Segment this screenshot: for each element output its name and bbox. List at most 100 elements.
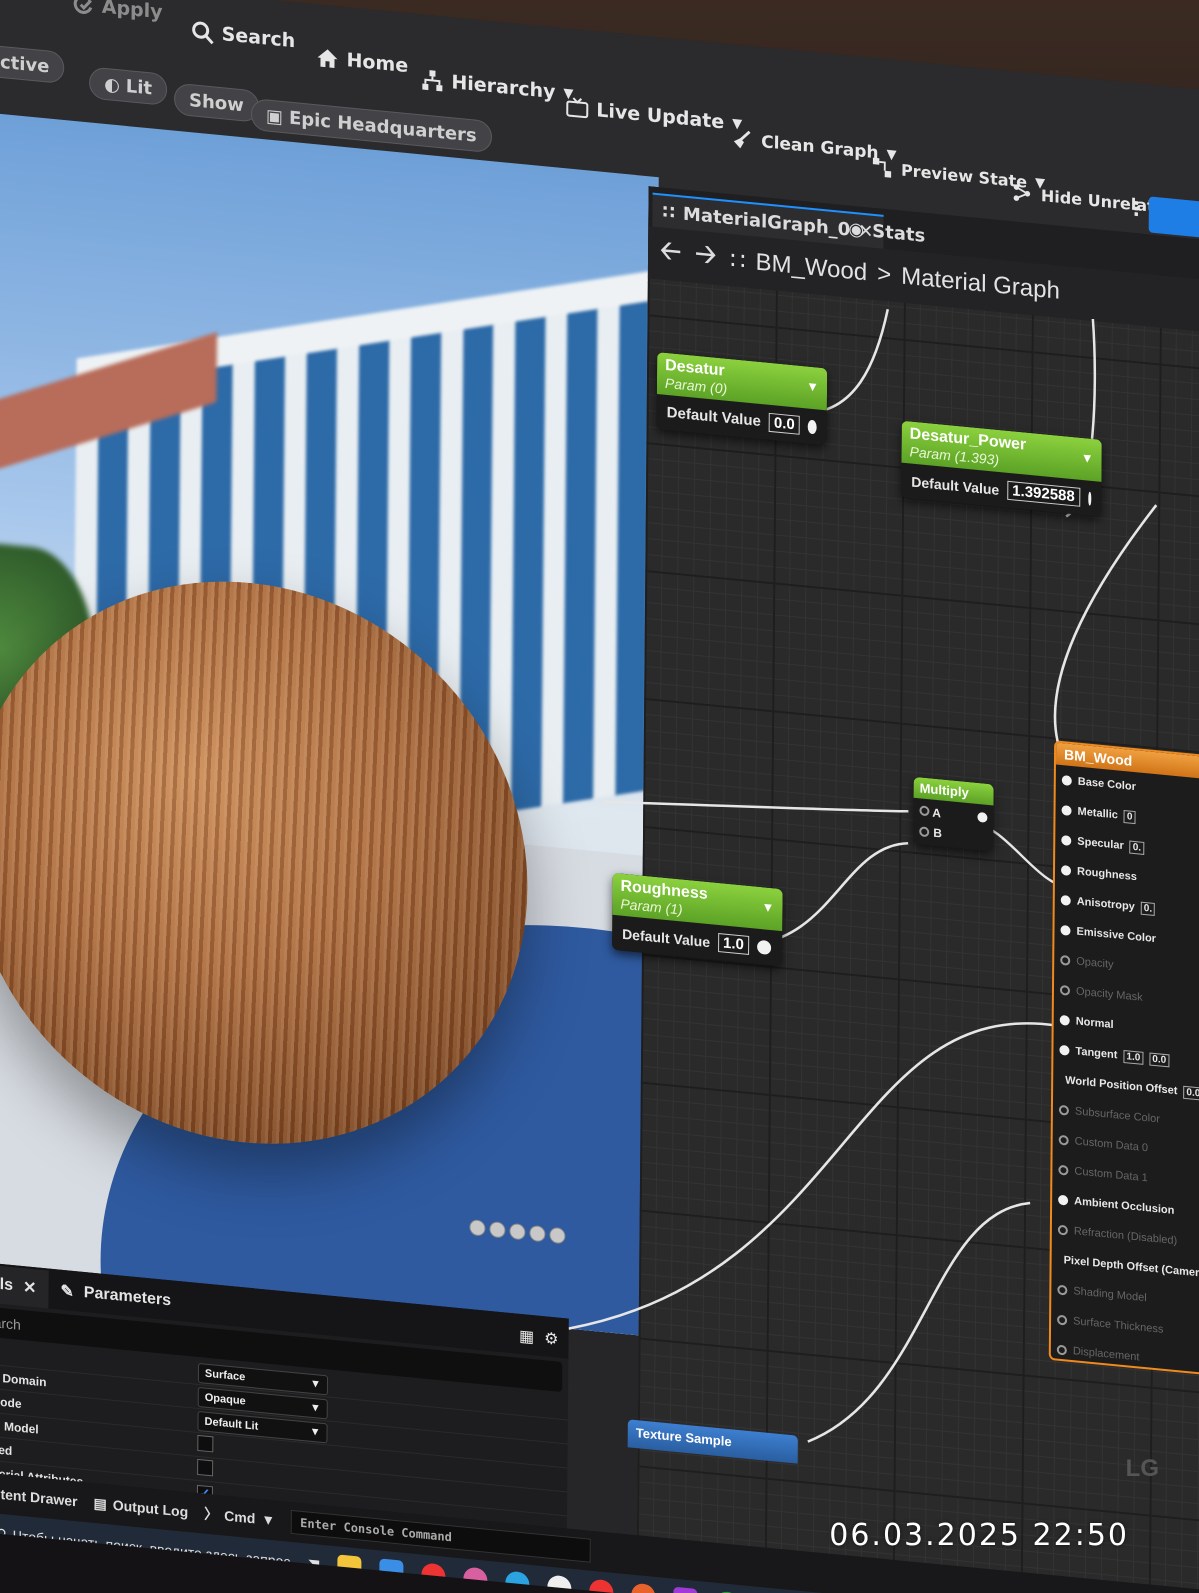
- input-pin[interactable]: [1057, 1284, 1068, 1296]
- result-pin-label: Emissive Color: [1076, 925, 1157, 946]
- node-roughness[interactable]: Roughness Param (1) ▼ Default Value 1.0: [611, 872, 783, 967]
- store-icon[interactable]: [379, 1558, 404, 1585]
- chevron-down-icon: ▼: [310, 1377, 321, 1391]
- details-actions: ▦ ⚙: [519, 1326, 569, 1359]
- result-pin-value[interactable]: 0.: [1129, 840, 1145, 855]
- input-pin[interactable]: [1056, 1344, 1067, 1356]
- node-desatur-value[interactable]: 0.0: [768, 412, 800, 435]
- input-pin[interactable]: [1059, 1044, 1070, 1056]
- result-pin-label: Normal: [1075, 1015, 1114, 1032]
- telegram-icon[interactable]: [505, 1570, 530, 1593]
- wire-normal: [568, 1022, 1057, 1330]
- result-pin-value[interactable]: 0: [1123, 809, 1136, 824]
- chevron-down-icon[interactable]: ▼: [762, 899, 775, 915]
- gear-icon[interactable]: ⚙: [544, 1328, 559, 1349]
- wire-multiply-a: [603, 800, 909, 813]
- input-pin[interactable]: [1057, 1314, 1068, 1326]
- result-pin-y[interactable]: 0.0: [1149, 1051, 1170, 1067]
- output-pin[interactable]: [756, 939, 771, 955]
- chevron-down-icon[interactable]: ▼: [1081, 450, 1094, 466]
- output-log-label: Output Log: [112, 1496, 189, 1521]
- result-pin-label: Custom Data 0: [1074, 1135, 1149, 1155]
- unreal-engine-icon[interactable]: [547, 1574, 572, 1593]
- terminal-icon: 〉: [204, 1505, 219, 1523]
- input-pin[interactable]: [1059, 984, 1071, 996]
- tab-parameters-label: Parameters: [83, 1283, 172, 1310]
- result-pin-label: Roughness: [1076, 865, 1137, 884]
- property-combo-value: Default Lit: [204, 1415, 259, 1433]
- node-material-result[interactable]: BM_Wood Base Color Metallic 0 Specular 0. Rou…: [1048, 740, 1199, 1378]
- input-pin-b[interactable]: [919, 826, 930, 838]
- output-log-icon: ▤: [93, 1494, 107, 1512]
- node-desatur-label: Default Value: [666, 404, 761, 431]
- input-pin[interactable]: [1060, 924, 1071, 936]
- result-pin-label: Anisotropy: [1076, 895, 1135, 914]
- result-pin-label: Displacement: [1072, 1345, 1140, 1364]
- input-pin[interactable]: [1061, 834, 1072, 846]
- tab-details[interactable]: Details ✕: [0, 1260, 49, 1309]
- photo-frame: Apply Search Home Hierarchy ▼ Live Updat…: [0, 0, 1199, 1593]
- result-pin-label: Custom Data 1: [1074, 1165, 1148, 1185]
- material-result-pin-list: Base Color Metallic 0 Specular 0. Roughness An…: [1050, 764, 1199, 1378]
- node-roughness-label: Default Value: [622, 925, 711, 950]
- yandex-icon[interactable]: [589, 1578, 614, 1593]
- input-pin-a[interactable]: [919, 805, 930, 817]
- chevron-down-icon: ▼: [309, 1401, 321, 1415]
- result-pin-label: Opacity Mask: [1075, 985, 1143, 1004]
- lg-logo: LG: [1125, 1455, 1159, 1482]
- result-pin-x[interactable]: 1.0: [1123, 1049, 1144, 1065]
- output-pin[interactable]: [807, 419, 817, 434]
- node-multiply-title: Multiply: [919, 780, 969, 801]
- result-pin-label: Ambient Occlusion: [1074, 1195, 1175, 1217]
- node-desatur[interactable]: Desatur Param (0) ▼ Default Value 0.0: [656, 352, 828, 446]
- photo-timestamp: 06.03.2025 22:50: [829, 1518, 1129, 1553]
- cmd-dropdown[interactable]: 〉 Cmd ▼: [204, 1504, 275, 1531]
- node-multiply[interactable]: Multiply A B: [913, 776, 994, 852]
- property-checkbox[interactable]: [197, 1458, 214, 1477]
- content-drawer-button[interactable]: ☰ Content Drawer: [0, 1481, 78, 1510]
- input-pin[interactable]: [1058, 1194, 1069, 1206]
- output-pin[interactable]: [1087, 491, 1092, 506]
- output-pin[interactable]: [977, 811, 988, 823]
- close-icon[interactable]: ✕: [23, 1277, 37, 1298]
- property-checkbox[interactable]: [197, 1434, 214, 1453]
- input-pin[interactable]: [1060, 894, 1071, 906]
- input-pin[interactable]: [1060, 954, 1071, 966]
- pin-b-label: B: [933, 825, 942, 841]
- table-view-icon[interactable]: ▦: [519, 1326, 534, 1347]
- input-pin[interactable]: [1058, 1104, 1069, 1116]
- file-explorer-icon[interactable]: [337, 1554, 362, 1581]
- result-pin-label: Tangent: [1075, 1045, 1118, 1062]
- app-icon[interactable]: [463, 1566, 488, 1593]
- chevron-down-icon: ▼: [261, 1511, 276, 1529]
- input-pin[interactable]: [1057, 1224, 1068, 1236]
- result-pin-label: Specular: [1077, 835, 1124, 852]
- result-pin-value[interactable]: 0.: [1140, 901, 1156, 916]
- input-pin[interactable]: [1058, 1134, 1069, 1146]
- input-pin[interactable]: [1059, 1014, 1070, 1026]
- task-view-icon[interactable]: ◥: [308, 1555, 319, 1573]
- archiver-icon[interactable]: [673, 1586, 698, 1593]
- input-pin[interactable]: [1061, 775, 1072, 786]
- node-multiply-row-a: A: [919, 804, 988, 825]
- node-desatur-power-value[interactable]: 1.392588: [1007, 480, 1080, 507]
- node-multiply-body: A B: [913, 798, 993, 852]
- node-roughness-value[interactable]: 1.0: [717, 932, 749, 955]
- node-multiply-row-b: B: [919, 824, 987, 845]
- input-pin[interactable]: [1060, 864, 1072, 876]
- result-pin-label: World Position Offset: [1065, 1074, 1178, 1098]
- result-pin-x[interactable]: 0.0: [1183, 1085, 1199, 1101]
- result-pin-label: Metallic: [1077, 805, 1118, 822]
- output-log-button[interactable]: ▤ Output Log: [93, 1494, 188, 1520]
- content-drawer-label: Content Drawer: [0, 1483, 78, 1510]
- pin-a-label: A: [932, 805, 942, 821]
- chevron-down-icon[interactable]: ▼: [806, 378, 819, 394]
- node-desatur-power-label: Default Value: [911, 473, 1000, 498]
- cmd-label: Cmd: [224, 1507, 256, 1527]
- input-pin[interactable]: [1061, 805, 1072, 816]
- yandex-browser-icon[interactable]: [421, 1562, 446, 1589]
- result-pin-label: Shading Model: [1073, 1285, 1147, 1305]
- media-player-icon[interactable]: [631, 1582, 656, 1593]
- input-pin[interactable]: [1058, 1164, 1069, 1176]
- result-pin-label: Subsurface Color: [1074, 1105, 1160, 1126]
